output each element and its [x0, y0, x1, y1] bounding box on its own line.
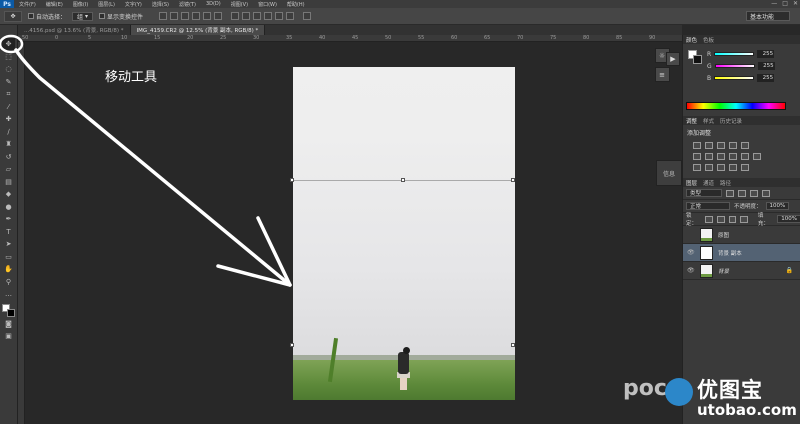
watermark-url: utobao.com: [697, 401, 797, 419]
layer-filter-dropdown[interactable]: 类型: [686, 189, 722, 197]
invert-icon[interactable]: [693, 164, 701, 171]
sliders-icon: ≡: [659, 70, 665, 79]
layer-item[interactable]: 👁 背景 🔒: [683, 262, 800, 280]
tab-adjustments[interactable]: 调整: [686, 117, 697, 125]
filter-pixel-icon[interactable]: [726, 189, 734, 197]
tab-swatches[interactable]: 色板: [703, 36, 714, 44]
color-lookup-icon[interactable]: [753, 153, 761, 160]
bg-swatch[interactable]: [693, 55, 702, 64]
adjust-title: 添加调整: [687, 130, 712, 137]
layer-thumbnail: [700, 263, 713, 278]
filter-type-icon[interactable]: [750, 189, 758, 197]
filter-shape-icon[interactable]: [762, 189, 770, 197]
lock-transparent-icon[interactable]: [705, 215, 714, 223]
selective-color-icon[interactable]: [741, 164, 749, 171]
layer-name: 背景: [718, 268, 730, 275]
layer-filter-row: 类型: [683, 187, 800, 200]
lightbulb-icon: ☼: [658, 51, 666, 60]
blend-mode-dropdown[interactable]: 正常: [686, 202, 730, 210]
gradient-map-icon[interactable]: [729, 164, 737, 171]
slider-r-label: R: [707, 50, 712, 58]
adjust-row-3: [683, 162, 800, 173]
tab-layers[interactable]: 图层: [686, 179, 697, 187]
lock-position-icon[interactable]: [728, 215, 737, 223]
slider-g-label: G: [707, 62, 712, 70]
levels-icon[interactable]: [705, 142, 713, 149]
layer-item[interactable]: 👁 背景 副本: [683, 244, 800, 262]
layers-panel-header: 图层 通道 路径: [683, 178, 800, 187]
lock-label: 锁定：: [686, 213, 698, 227]
play-icon: ▶: [670, 55, 676, 63]
fill-value: 100%: [781, 216, 798, 222]
lock-row: 锁定： 填充： 100%: [683, 213, 800, 227]
adjustments-panel: 调整 样式 历史记录 添加调整: [683, 116, 800, 176]
vibrance-icon[interactable]: [741, 142, 749, 149]
annotation-circle: [0, 34, 24, 54]
info-panel-tab[interactable]: 信息: [656, 160, 682, 186]
posterize-icon[interactable]: [705, 164, 713, 171]
slider-r-track[interactable]: [714, 52, 755, 56]
threshold-icon[interactable]: [717, 164, 725, 171]
slider-g[interactable]: G 255: [707, 62, 775, 70]
slider-b-track[interactable]: [714, 76, 755, 80]
opacity-value: 100%: [769, 203, 786, 209]
filter-adjust-icon[interactable]: [738, 189, 746, 197]
layer-filter-value: 类型: [690, 191, 702, 197]
adjust-panel-header: 调整 样式 历史记录: [683, 116, 800, 125]
exposure-icon[interactable]: [729, 142, 737, 149]
layer-thumbnail: [700, 227, 713, 242]
layer-name: 背景 副本: [718, 250, 742, 257]
eye-icon[interactable]: 👁: [687, 267, 695, 274]
layer-thumbnail: [700, 245, 713, 260]
tab-styles[interactable]: 样式: [703, 117, 714, 125]
channel-mixer-icon[interactable]: [741, 153, 749, 160]
color-balance-icon[interactable]: [705, 153, 713, 160]
blend-mode-value: 正常: [690, 204, 702, 210]
opacity-field[interactable]: 100%: [765, 202, 790, 210]
tab-channels[interactable]: 通道: [703, 179, 714, 187]
tab-color[interactable]: 颜色: [686, 36, 697, 44]
lock-all-icon[interactable]: [740, 215, 748, 223]
info-tab-label: 信息: [662, 170, 675, 178]
opacity-label: 不透明度：: [734, 204, 762, 210]
photo-filter-icon[interactable]: [729, 153, 737, 160]
slider-b-value[interactable]: 255: [757, 74, 775, 82]
watermark-brand: 优图宝: [697, 378, 763, 402]
watermark: poco 优图宝 utobao.com: [623, 374, 797, 422]
adjust-row-2: [683, 151, 800, 162]
eye-icon[interactable]: 👁: [687, 249, 695, 256]
slider-b-label: B: [707, 74, 712, 82]
play-button[interactable]: ▶: [666, 52, 680, 66]
fill-label: 填充：: [757, 213, 769, 227]
brightness-icon[interactable]: [693, 142, 701, 149]
color-spectrum-bar[interactable]: [686, 102, 786, 110]
layer-item[interactable]: 原图: [683, 226, 800, 244]
bird-logo-icon: [665, 378, 693, 406]
slider-r-value[interactable]: 255: [757, 50, 775, 58]
slider-g-value[interactable]: 255: [757, 62, 775, 70]
adjust-row-1: [683, 140, 800, 151]
fill-field[interactable]: 100%: [777, 215, 800, 223]
black-white-icon[interactable]: [717, 153, 725, 160]
hue-sat-icon[interactable]: [693, 153, 701, 160]
tab-paths[interactable]: 路径: [720, 179, 731, 187]
tab-history[interactable]: 历史记录: [720, 117, 742, 125]
annotation-arrow-shaft: [14, 48, 292, 287]
color-panel-header: 颜色 色板: [683, 35, 800, 44]
tool-presets-button[interactable]: ≡: [654, 67, 670, 82]
slider-g-track[interactable]: [714, 64, 755, 68]
lock-image-icon[interactable]: [717, 215, 725, 223]
color-fg-bg[interactable]: [688, 50, 702, 64]
right-panel-dock: 颜色 色板 R 255 G 255 B 255 调整 样式 历史记录 添加调整 …: [682, 35, 800, 424]
layer-name: 原图: [718, 232, 730, 239]
lock-icon: 🔒: [785, 267, 793, 274]
curves-icon[interactable]: [717, 142, 725, 149]
slider-r[interactable]: R 255: [707, 50, 775, 58]
slider-b[interactable]: B 255: [707, 74, 775, 82]
